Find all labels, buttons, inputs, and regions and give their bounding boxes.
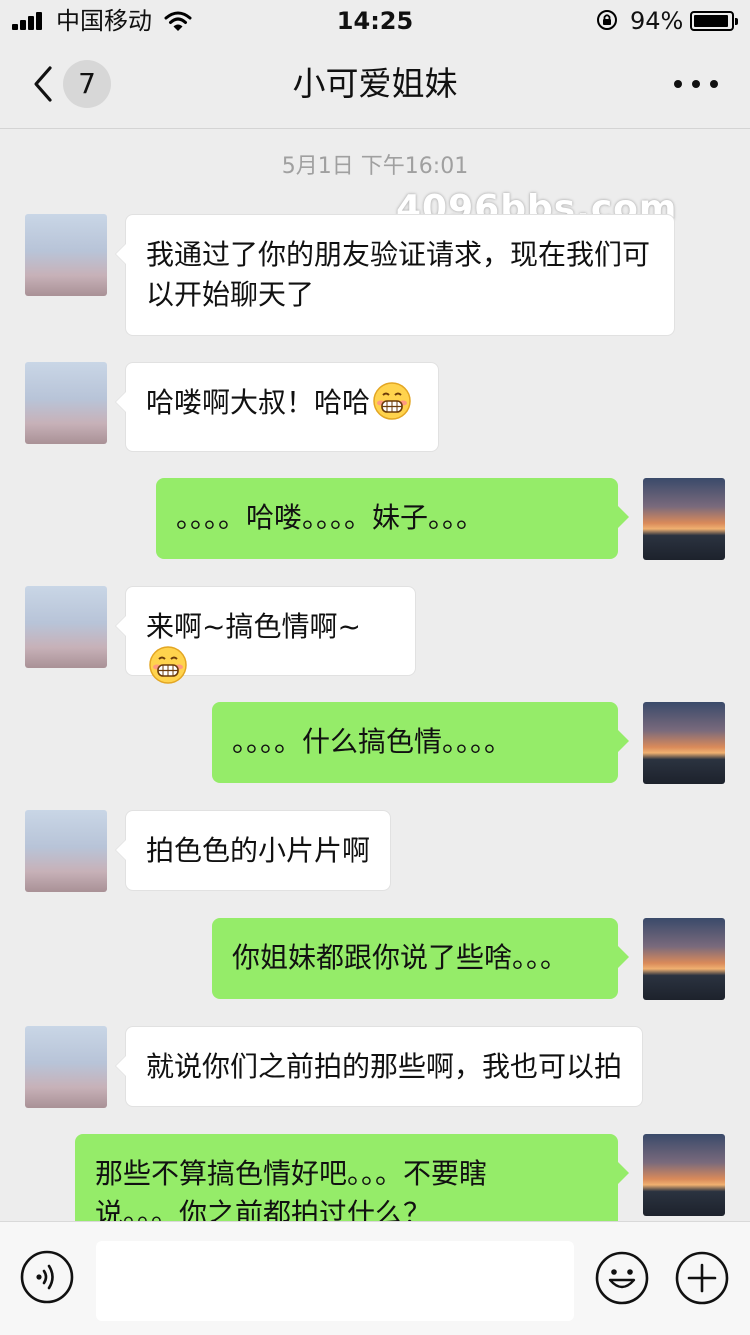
grinning-face-icon — [373, 382, 411, 420]
orientation-lock-icon — [597, 10, 617, 30]
received-message-bubble[interactable]: 拍色色的小片片啊 — [115, 810, 391, 891]
message-text: 那些不算搞色情好吧。。。不要瞎 — [95, 1157, 488, 1190]
grinning-face-icon — [149, 646, 187, 684]
chat-header: 7 小可爱姐妹 — [0, 40, 750, 129]
message-text: 我通过了你的朋友验证请求，现在我们可 — [146, 238, 651, 271]
my-avatar[interactable] — [643, 478, 725, 560]
message-input[interactable] — [96, 1241, 574, 1321]
received-message-bubble[interactable]: 哈喽啊大叔！哈哈 — [115, 362, 439, 452]
contact-avatar[interactable] — [25, 1026, 107, 1108]
contact-avatar[interactable] — [25, 810, 107, 892]
message-text: 。。。。什么搞色情。。。。 — [232, 725, 513, 758]
status-bar: 中国移动 14:25 94% — [0, 0, 750, 40]
message-list[interactable]: 5月1日 下午16:01 4096bbs.com 我通过了你的朋友验证请求，现在… — [0, 129, 750, 1221]
contact-avatar[interactable] — [25, 214, 107, 296]
emoji-face-icon[interactable] — [594, 1250, 650, 1306]
contact-avatar[interactable] — [25, 362, 107, 444]
message-text: 以开始聊天了 — [146, 278, 315, 311]
received-message-bubble[interactable]: 就说你们之前拍的那些啊，我也可以拍 — [115, 1026, 643, 1107]
message-text: 哈喽啊大叔！哈哈 — [146, 386, 371, 419]
sent-message-bubble[interactable]: 那些不算搞色情好吧。。。不要瞎 说。。。你之前都拍过什么？ — [75, 1134, 629, 1221]
message-timestamp: 5月1日 下午16:01 — [281, 154, 469, 179]
message-text: 拍色色的小片片啊 — [146, 834, 371, 867]
input-bar — [0, 1221, 750, 1335]
my-avatar[interactable] — [643, 1134, 725, 1216]
message-text: 说。。。你之前都拍过什么？ — [95, 1197, 432, 1221]
my-avatar[interactable] — [643, 918, 725, 1000]
received-message-bubble[interactable]: 我通过了你的朋友验证请求，现在我们可 以开始聊天了 — [115, 214, 675, 336]
message-text: 来啊~搞色情啊~ — [146, 610, 361, 643]
message-text: 就说你们之前拍的那些啊，我也可以拍 — [146, 1050, 623, 1083]
sent-message-bubble[interactable]: 你姐妹都跟你说了些啥。。。 — [212, 918, 629, 999]
more-dots-icon[interactable] — [674, 78, 718, 90]
battery-percent: 94% — [630, 7, 684, 35]
sent-message-bubble[interactable]: 。。。。什么搞色情。。。。 — [212, 702, 629, 783]
battery-icon — [690, 11, 738, 31]
received-message-bubble[interactable]: 来啊~搞色情啊~ — [115, 586, 416, 684]
chat-title: 小可爱姐妹 — [292, 64, 458, 103]
contact-avatar[interactable] — [25, 586, 107, 668]
sent-message-bubble[interactable]: 。。。。哈喽。。。。妹子。。。 — [156, 478, 629, 559]
plus-circle-icon[interactable] — [674, 1250, 730, 1306]
my-avatar[interactable] — [643, 702, 725, 784]
message-text: 你姐妹都跟你说了些啥。。。 — [232, 941, 569, 974]
voice-input-icon[interactable] — [20, 1250, 74, 1304]
message-text: 。。。。哈喽。。。。妹子。。。 — [176, 501, 485, 534]
